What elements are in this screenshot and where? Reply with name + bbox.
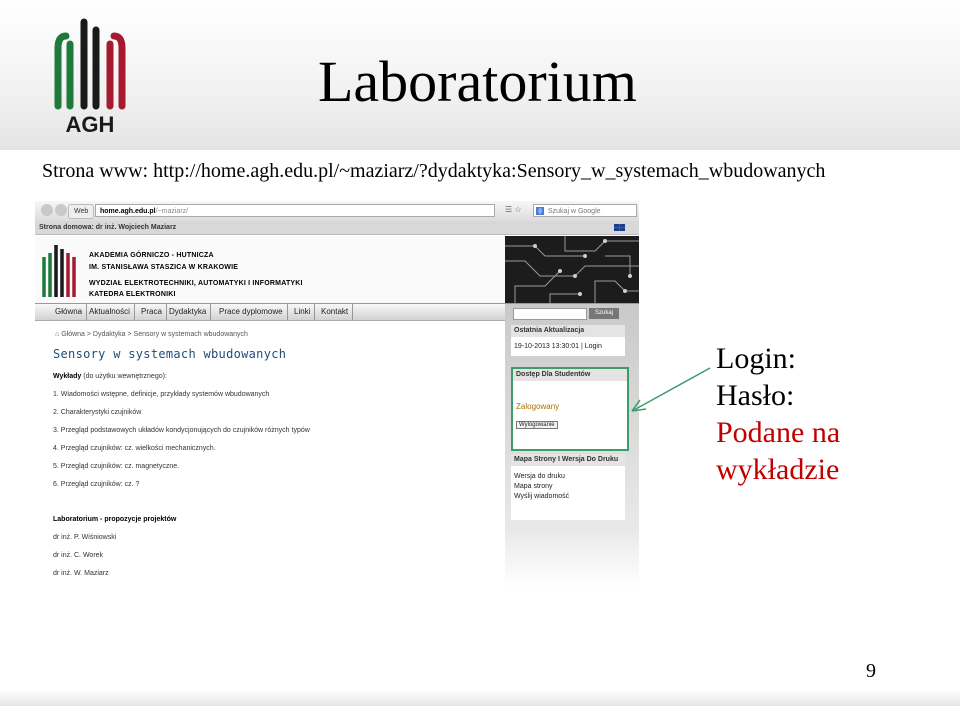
menu-item-glowna[interactable]: Główna	[51, 304, 88, 320]
slide-title: Laboratorium	[318, 49, 637, 114]
menu-item-linki[interactable]: Linki	[290, 304, 316, 320]
sitemap-box: Mapa Strony I Wersja Do Druku Wersja do …	[511, 454, 625, 520]
url-line: Strona www: http://home.agh.edu.pl/~mazi…	[42, 160, 826, 182]
given-note-2: wykładzie	[716, 453, 840, 486]
lab-person-1[interactable]: dr inż. P. Wiśniowski	[53, 534, 116, 541]
last-update-title: Ostatnia Aktualizacja	[511, 325, 625, 337]
web-button[interactable]: Web	[68, 204, 95, 219]
google-icon: g	[536, 207, 544, 215]
lab-person-2[interactable]: dr inż. C. Worek	[53, 552, 103, 559]
agh-logo-text: AGH	[66, 112, 115, 134]
send-message-link[interactable]: Wyślij wiadomość	[514, 492, 622, 502]
banner-line-2: IM. STANISŁAWA STASZICA W KRAKOWIE	[89, 264, 239, 271]
site-menu: Główna Aktualności Praca Dydaktyka Prace…	[35, 304, 505, 321]
logged-in-status: Zalogowany	[516, 402, 560, 411]
lecture-link-1[interactable]: 1. Wiadomości wstępne, definicje, przykł…	[53, 391, 269, 398]
main-content: ⌂ Główna > Dydaktyka > Sensory w systema…	[35, 321, 505, 587]
given-note-1: Podane na	[716, 416, 841, 449]
right-sidebar: Szukaj Ostatnia Aktualizacja 19-10-2013 …	[505, 304, 639, 587]
callout-arrow	[631, 367, 711, 412]
feed-star-icons[interactable]: ☰ ☆	[505, 205, 522, 214]
page-heading: Sensory w systemach wbudowanych	[53, 347, 287, 361]
password-label: Hasło:	[716, 379, 795, 412]
last-update-value: 19-10-2013 13:30:01 | Login	[514, 343, 602, 350]
google-search-field[interactable]: g Szukaj w Google	[533, 204, 637, 217]
student-access-box: Dostęp Dla Studentów Zalogowany Wylogowa…	[511, 367, 629, 451]
lecture-link-6[interactable]: 6. Przegląd czujników: cz. ?	[53, 481, 139, 488]
print-version-link[interactable]: Wersja do druku	[514, 472, 622, 482]
address-path: /~maziarz/	[155, 208, 189, 215]
lab-person-3[interactable]: dr inż. W. Maziarz	[53, 570, 109, 577]
banner-line-1: AKADEMIA GÓRNICZO - HUTNICZA	[89, 252, 214, 259]
sitemap-link[interactable]: Mapa strony	[514, 482, 622, 492]
home-icon[interactable]: ⌂	[55, 331, 59, 338]
breadcrumb: ⌂ Główna > Dydaktyka > Sensory w systema…	[55, 331, 248, 338]
site-search-button[interactable]: Szukaj	[589, 308, 619, 319]
menu-item-praca[interactable]: Praca	[137, 304, 167, 320]
sitemap-title: Mapa Strony I Wersja Do Druku	[511, 454, 625, 466]
banner-line-3: WYDZIAŁ ELEKTROTECHNIKI, AUTOMATYKI I IN…	[89, 280, 303, 287]
address-bar[interactable]: home.agh.edu.pl/~maziarz/	[95, 204, 495, 217]
agh-logo: AGH	[54, 18, 126, 134]
last-update-box: Ostatnia Aktualizacja 19-10-2013 13:30:0…	[511, 325, 625, 356]
logout-button[interactable]: Wylogowanie	[516, 421, 558, 429]
browser-screenshot: Web home.agh.edu.pl/~maziarz/ ☰ ☆ g Szuka…	[35, 201, 639, 587]
site-search-input[interactable]	[513, 308, 587, 320]
banner-line-4: KATEDRA ELEKTRONIKI	[89, 291, 176, 298]
menu-item-prace-dyplomowe[interactable]: Prace dyplomowe	[215, 304, 288, 320]
banner-agh-logo	[42, 245, 76, 297]
university-banner: AKADEMIA GÓRNICZO - HUTNICZA IM. STANISŁ…	[35, 236, 639, 304]
lectures-note: (do użytku wewnętrznego):	[83, 373, 167, 380]
back-icon[interactable]	[41, 204, 53, 216]
login-note: Login: Hasło: Podane na wykładzie	[716, 340, 840, 488]
browser-toolbar: Web home.agh.edu.pl/~maziarz/ ☰ ☆ g Szuka…	[35, 201, 639, 222]
lecture-link-3[interactable]: 3. Przegląd podstawowych układów kondycj…	[53, 427, 310, 434]
student-access-title: Dostęp Dla Studentów	[513, 369, 627, 381]
search-placeholder: Szukaj w Google	[548, 208, 601, 215]
lecture-link-5[interactable]: 5. Przegląd czujników: cz. magnetyczne.	[53, 463, 179, 470]
menu-item-dydaktyka[interactable]: Dydaktyka	[165, 304, 212, 320]
menu-item-kontakt[interactable]: Kontakt	[317, 304, 354, 320]
menu-item-aktualnosci[interactable]: Aktualności	[85, 304, 135, 320]
slide-footer	[0, 690, 960, 706]
login-label: Login:	[716, 342, 796, 375]
site-title-bar: Strona domowa: dr inż. Wojciech Maziarz	[35, 221, 639, 235]
address-host: home.agh.edu.pl	[100, 208, 156, 215]
uk-flag-icon[interactable]	[614, 224, 625, 231]
page-number: 9	[866, 660, 876, 682]
lab-heading: Laboratorium - propozycje projektów	[53, 516, 177, 523]
breadcrumb-text[interactable]: Główna > Dydaktyka > Sensory w systemach…	[61, 331, 248, 338]
lecture-link-2[interactable]: 2. Charakterystyki czujników	[53, 409, 141, 416]
circuit-board-image	[505, 236, 639, 303]
lectures-header: Wykłady (do użytku wewnętrznego):	[53, 373, 167, 380]
site-title: Strona domowa: dr inż. Wojciech Maziarz	[39, 224, 177, 231]
forward-icon[interactable]	[55, 204, 67, 216]
lecture-link-4[interactable]: 4. Przegląd czujników: cz. wielkości mec…	[53, 445, 216, 452]
lectures-label: Wykłady	[53, 373, 82, 380]
